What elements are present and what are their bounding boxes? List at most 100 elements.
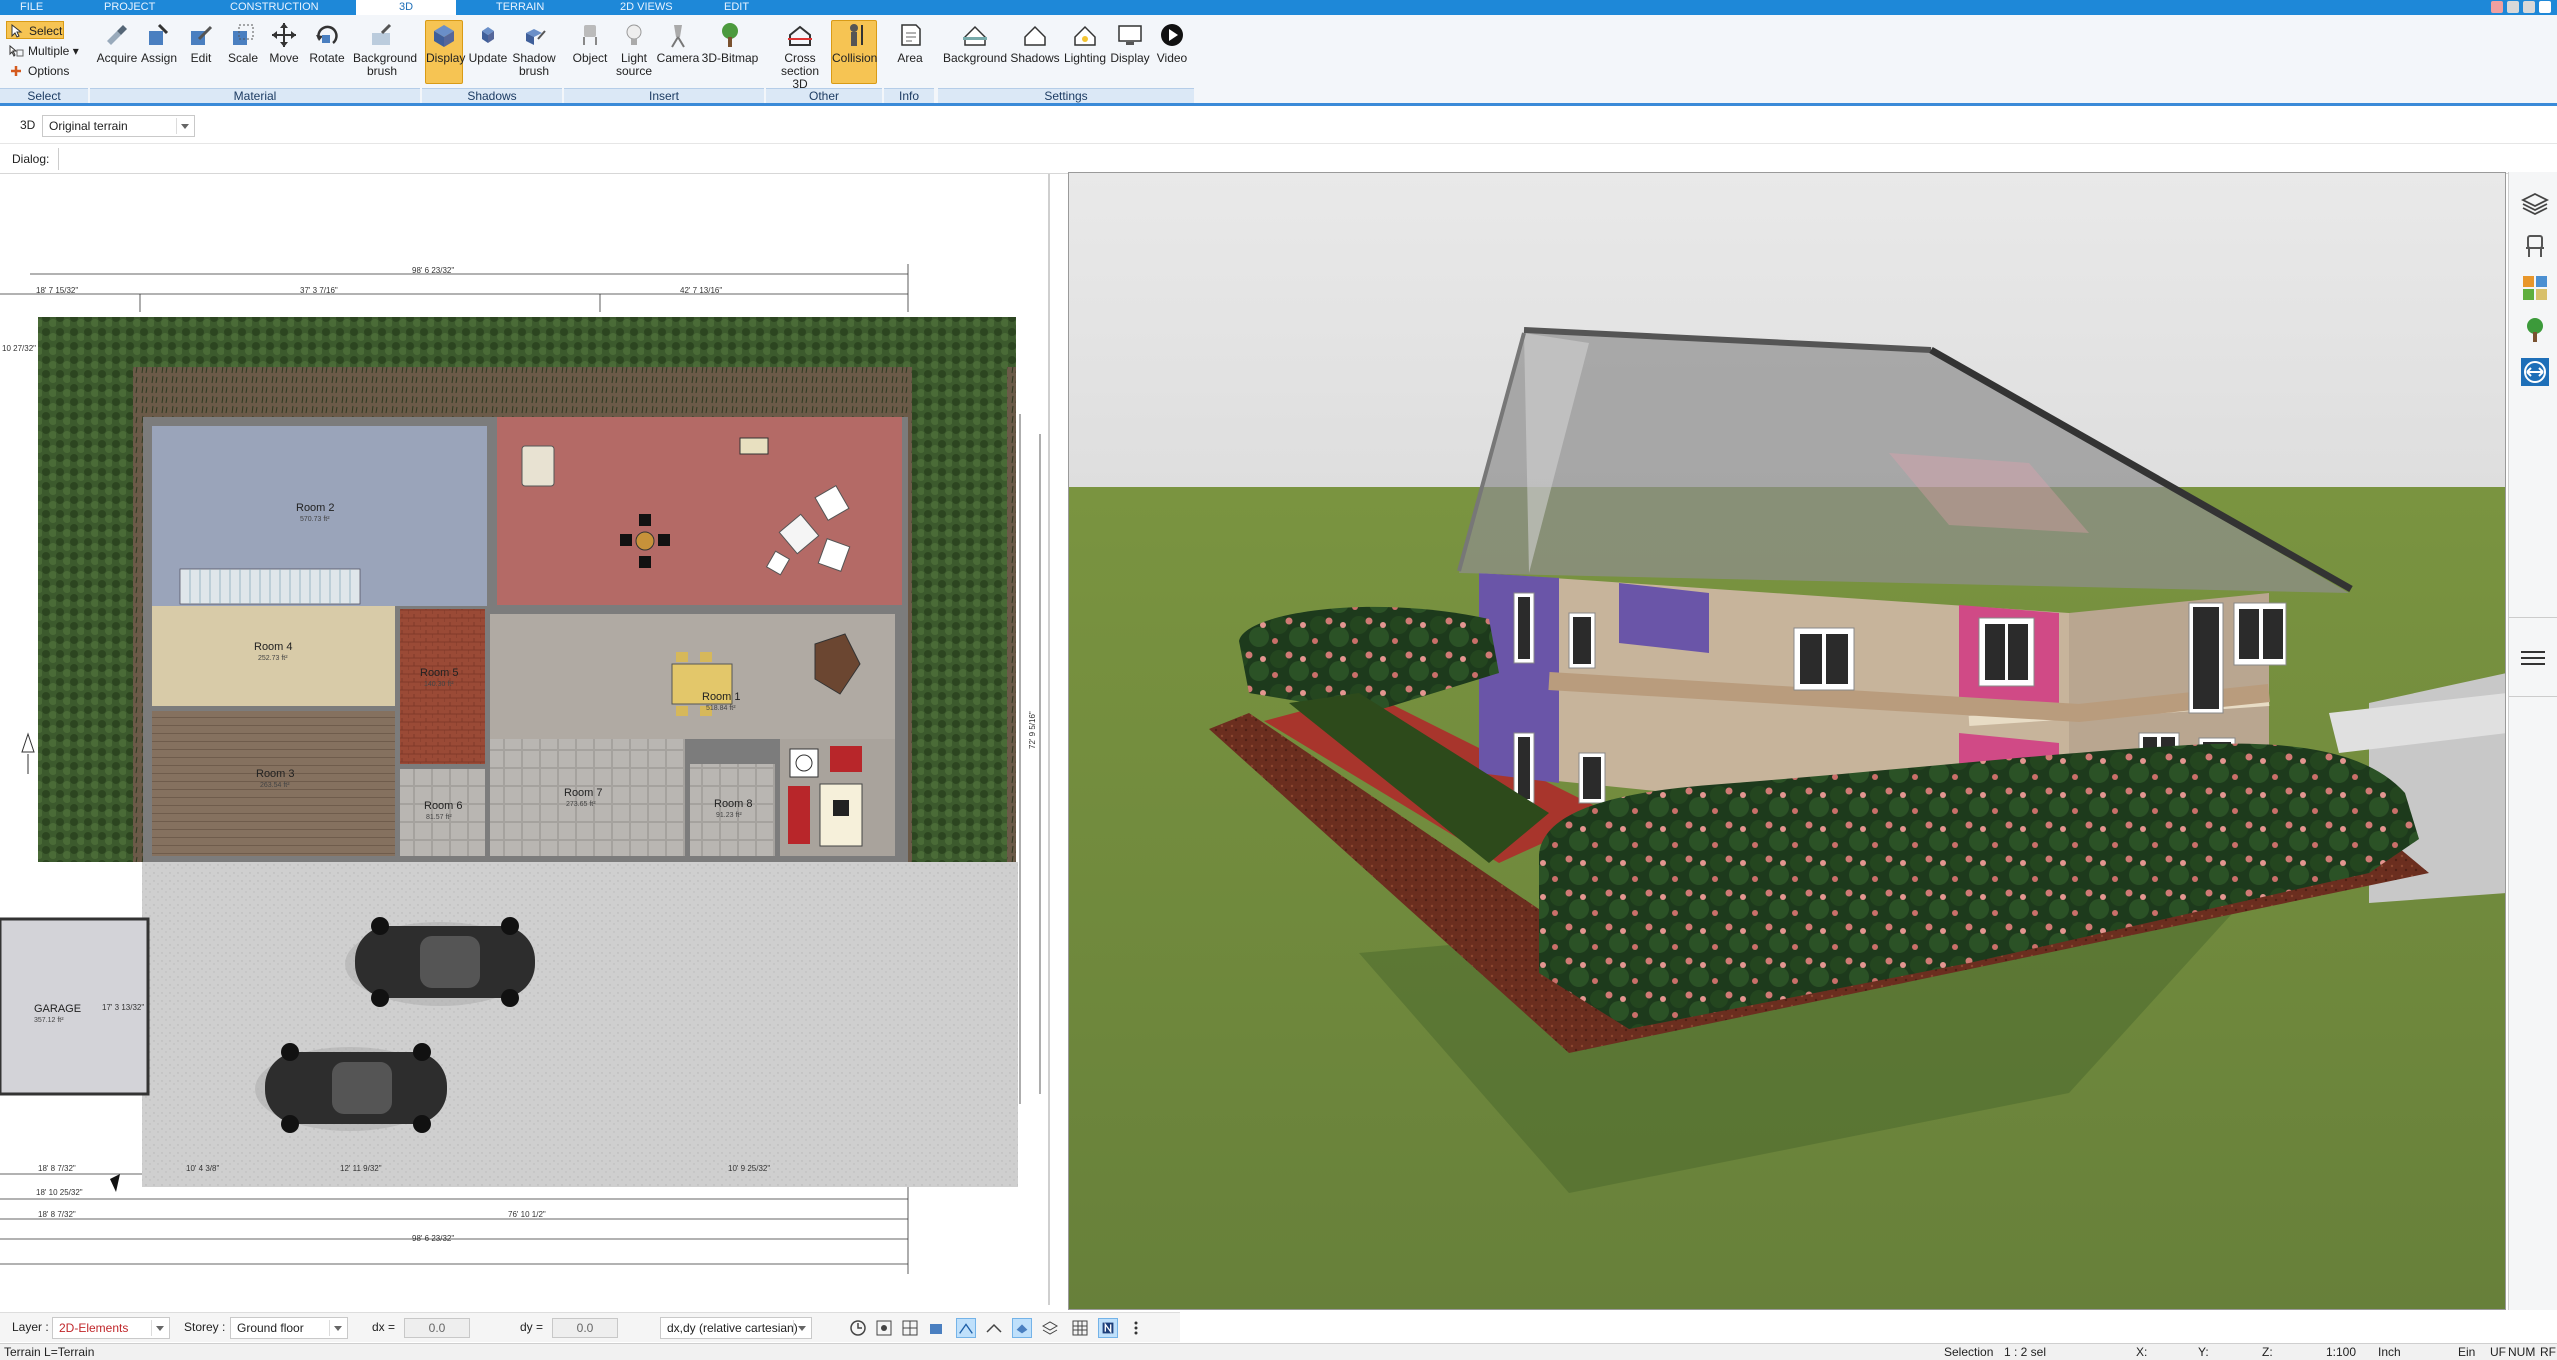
edit-material-button[interactable]: Edit — [181, 21, 221, 65]
dy-label: dy = — [520, 1320, 544, 1334]
assign-button[interactable]: Assign — [139, 21, 179, 65]
more-icon[interactable] — [1126, 1318, 1146, 1338]
dimension-text: 12' 11 9/32" — [340, 1164, 382, 1173]
multiple-dropdown[interactable]: Multiple ▾ — [6, 42, 79, 60]
cross-section-3d-button[interactable]: Cross section 3D — [772, 21, 828, 91]
coordinate-mode-select[interactable]: dx,dy (relative cartesian) — [660, 1317, 812, 1339]
light-source-button[interactable]: Light source — [612, 21, 656, 78]
ribbon-tab-strip: FILE PROJECT CONSTRUCTION 3D TERRAIN 2D … — [0, 0, 2557, 17]
shadow-update-button[interactable]: Update — [466, 21, 510, 65]
menu-icon[interactable] — [2519, 648, 2547, 668]
select-icon — [11, 24, 23, 38]
tree-icon[interactable] — [2521, 316, 2549, 344]
dimension-text: 18' 7 15/32" — [36, 286, 79, 295]
object-snap-icon[interactable] — [926, 1318, 946, 1338]
layer-lock-icon[interactable] — [1012, 1318, 1032, 1338]
room-area: 81.57 ft² — [426, 814, 452, 821]
tab-file[interactable]: FILE — [20, 0, 54, 15]
chevron-down-icon[interactable] — [329, 1320, 345, 1336]
status-bar: Terrain L=Terrain Selection 1 : 2 sel X:… — [0, 1343, 2557, 1360]
layers-icon[interactable] — [2521, 190, 2549, 218]
staircase[interactable] — [179, 568, 361, 605]
floor-plan-view[interactable]: Room 2 570.73 ft² Room 4 252.73 ft² Room… — [0, 174, 1050, 1305]
chevron-down-icon[interactable] — [151, 1320, 167, 1336]
storey-select[interactable]: Ground floor — [230, 1317, 348, 1339]
lighting-button[interactable]: Lighting — [1060, 21, 1110, 65]
shadows-icon — [1024, 25, 1046, 46]
room-label: Room 1 — [702, 691, 741, 703]
room-label: Room 7 — [564, 787, 603, 799]
camera-button[interactable]: Camera — [656, 21, 700, 65]
shadows-settings-button[interactable]: Shadows — [1010, 21, 1060, 65]
acquire-button[interactable]: Acquire — [95, 21, 139, 65]
driveway[interactable] — [142, 862, 1018, 1187]
plan-bottom-toolbar: Layer : 2D-Elements Storey : Ground floo… — [0, 1312, 1180, 1342]
dimension-text: 37' 3 7/16" — [300, 286, 338, 295]
tab-edit[interactable]: EDIT — [724, 0, 764, 15]
tab-terrain[interactable]: TERRAIN — [496, 0, 556, 15]
tab-construction[interactable]: CONSTRUCTION — [230, 0, 325, 15]
car-1[interactable] — [345, 917, 535, 1007]
dy-input[interactable]: 0.0 — [552, 1318, 618, 1338]
dimension-text: 10' 9 25/32" — [728, 1164, 771, 1173]
dimension-text: 72' 9 5/16" — [1028, 711, 1037, 749]
3d-scene-canvas[interactable] — [1069, 173, 2506, 1310]
room-8[interactable] — [690, 764, 775, 856]
background-button[interactable]: Background — [940, 21, 1010, 65]
close-icon[interactable] — [2539, 1, 2551, 13]
display-icon — [1118, 25, 1142, 45]
select-button[interactable]: Select — [6, 21, 64, 39]
group-label-other: Other — [766, 88, 882, 103]
tab-project[interactable]: PROJECT — [104, 0, 164, 15]
collision-icon — [850, 24, 863, 46]
minimize-icon[interactable] — [2507, 1, 2519, 13]
car-2[interactable] — [255, 1043, 447, 1133]
display-settings-button[interactable]: Display — [1108, 21, 1152, 65]
dx-input[interactable]: 0.0 — [404, 1318, 470, 1338]
grid-icon[interactable] — [1070, 1318, 1090, 1338]
insert-object-button[interactable]: Object — [568, 21, 612, 65]
scale-button[interactable]: Scale — [223, 21, 263, 65]
hedge-top — [38, 317, 1016, 367]
north-icon[interactable] — [1098, 1318, 1118, 1338]
stack-icon[interactable] — [1040, 1318, 1060, 1338]
clock-icon[interactable] — [848, 1318, 868, 1338]
3d-view[interactable] — [1068, 172, 2506, 1310]
room-6[interactable] — [400, 769, 485, 856]
bitmap-3d-button[interactable]: 3D-Bitmap — [700, 21, 760, 65]
rail-handle[interactable] — [2509, 617, 2557, 697]
area-button[interactable]: Area — [890, 21, 930, 65]
rotate-button[interactable]: Rotate — [305, 21, 349, 65]
chevron-down-icon[interactable] — [176, 118, 192, 134]
shadow-brush-button[interactable]: Shadow brush — [510, 21, 558, 78]
snap-icon[interactable] — [874, 1318, 894, 1338]
terrain-select[interactable]: Original terrain — [42, 115, 195, 137]
layer-select[interactable]: 2D-Elements — [52, 1317, 170, 1339]
background-brush-button[interactable]: Background brush — [350, 21, 417, 78]
dimension-text: 98' 6 23/32" — [412, 1234, 455, 1243]
ortho-icon[interactable] — [984, 1318, 1004, 1338]
move-button[interactable]: Move — [264, 21, 304, 65]
chair-icon[interactable] — [2521, 232, 2549, 260]
angle-snap-icon[interactable] — [956, 1318, 976, 1338]
dx-label: dx = — [372, 1320, 396, 1334]
edit-icon — [191, 25, 213, 45]
section-marker[interactable] — [21, 732, 35, 774]
maximize-icon[interactable] — [2523, 1, 2535, 13]
navigate-icon[interactable] — [2521, 358, 2549, 386]
background-brush-icon — [372, 23, 392, 45]
material-palette-icon[interactable] — [2521, 274, 2549, 302]
snap-grid-icon[interactable] — [900, 1318, 920, 1338]
chevron-down-icon[interactable] — [793, 1320, 809, 1336]
group-label-info: Info — [884, 88, 934, 103]
shadow-display-button[interactable]: Display — [425, 20, 465, 84]
video-button[interactable]: Video — [1152, 21, 1192, 65]
side-toolbar — [2508, 172, 2557, 1310]
window-controls — [2491, 1, 2551, 13]
tab-2d-views[interactable]: 2D VIEWS — [620, 0, 680, 15]
options-button[interactable]: Options — [6, 62, 69, 80]
tools-icon[interactable] — [2491, 1, 2503, 13]
layer-select-value: 2D-Elements — [59, 1321, 129, 1335]
floor-plan-canvas[interactable] — [0, 174, 1050, 1305]
collision-button[interactable]: Collision — [831, 20, 877, 84]
